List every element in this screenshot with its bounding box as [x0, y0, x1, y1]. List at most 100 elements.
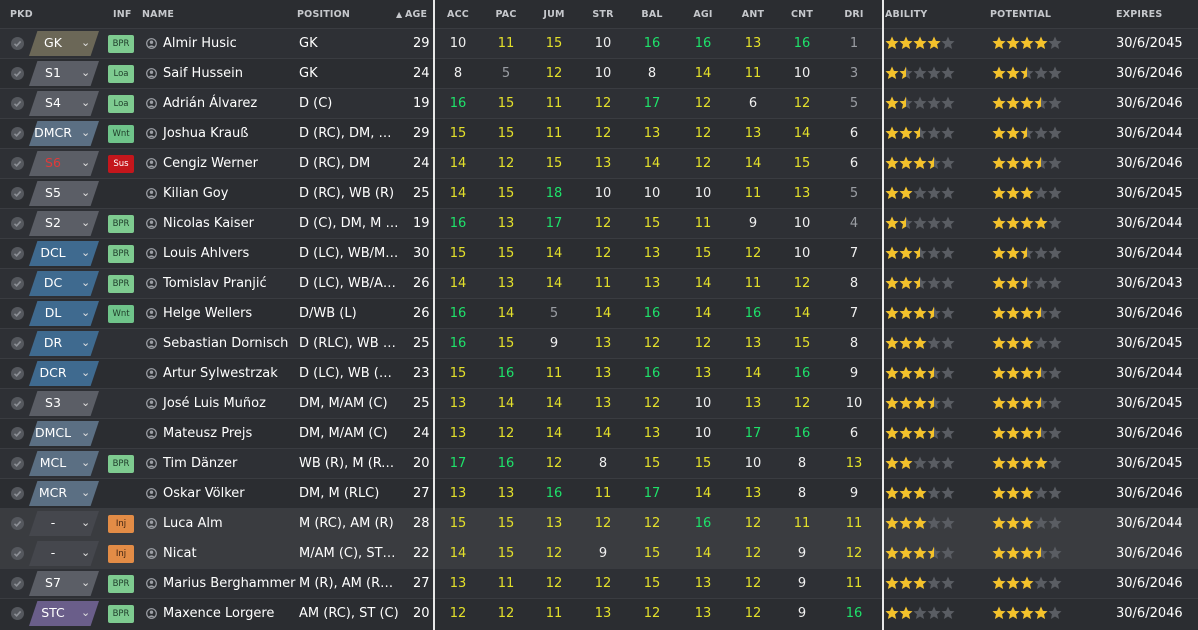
player-name[interactable]: Maxence Lorgere	[163, 599, 274, 628]
player-row[interactable]: DCL ⌄ BPR Louis Ahlvers D (LC), WB/M (L) 30 15…	[0, 238, 1198, 268]
position-selector[interactable]: MCR ⌄	[29, 481, 99, 506]
col-header-dri[interactable]: DRI	[844, 9, 863, 20]
player-row[interactable]: GK ⌄ BPR Almir Husic GK 29 10 11 15 10 16 16 13 16 1 30…	[0, 28, 1198, 58]
position-selector[interactable]: STC ⌄	[29, 601, 99, 626]
player-name[interactable]: Louis Ahlvers	[163, 239, 249, 268]
check-icon[interactable]	[11, 217, 24, 230]
check-icon[interactable]	[11, 547, 24, 560]
info-badge[interactable]: Wnt	[108, 305, 134, 323]
position-selector[interactable]: DR ⌄	[29, 331, 99, 356]
check-icon[interactable]	[11, 157, 24, 170]
position-selector[interactable]: DC ⌄	[29, 271, 99, 296]
check-icon[interactable]	[11, 607, 24, 620]
info-badge[interactable]: BPR	[108, 215, 134, 233]
player-row[interactable]: DCR ⌄ Artur Sylwestrzak D (LC), WB (R),... 2…	[0, 358, 1198, 388]
col-header-str[interactable]: STR	[592, 9, 613, 20]
player-name[interactable]: Artur Sylwestrzak	[163, 359, 278, 388]
position-selector[interactable]: DCR ⌄	[29, 361, 99, 386]
check-icon[interactable]	[11, 397, 24, 410]
position-selector[interactable]: DMCR ⌄	[29, 121, 99, 146]
player-name[interactable]: Nicat	[163, 539, 197, 568]
player-name[interactable]: Oskar Völker	[163, 479, 245, 508]
col-header-name[interactable]: NAME	[142, 9, 174, 20]
check-icon[interactable]	[11, 247, 24, 260]
player-row[interactable]: - ⌄ Inj Nicat M/AM (C), ST (C) 22 14 15 12 9 15 14 1…	[0, 538, 1198, 568]
info-badge[interactable]: BPR	[108, 455, 134, 473]
position-selector[interactable]: S2 ⌄	[29, 211, 99, 236]
player-row[interactable]: S7 ⌄ BPR Marius Berghammer M (R), AM (RLC)..…	[0, 568, 1198, 598]
player-name[interactable]: Luca Alm	[163, 509, 223, 538]
player-row[interactable]: S3 ⌄ José Luis Muñoz DM, M/AM (C) 25 13 14 14 13…	[0, 388, 1198, 418]
info-badge[interactable]: Loa	[108, 95, 134, 113]
info-badge[interactable]: Loa	[108, 65, 134, 83]
player-name[interactable]: Almir Husic	[163, 29, 237, 58]
position-selector[interactable]: S4 ⌄	[29, 91, 99, 116]
player-name[interactable]: Tomislav Pranjić	[163, 269, 267, 298]
player-row[interactable]: STC ⌄ BPR Maxence Lorgere AM (RC), ST (C) 20 1…	[0, 598, 1198, 628]
info-badge[interactable]: BPR	[108, 35, 134, 53]
check-icon[interactable]	[11, 337, 24, 350]
player-row[interactable]: DL ⌄ Wnt Helge Wellers D/WB (L) 26 16 14 5 14 16 14…	[0, 298, 1198, 328]
player-row[interactable]: S6 ⌄ Sus Cengiz Werner D (RC), DM 24 14 12 15 13 1…	[0, 148, 1198, 178]
check-icon[interactable]	[11, 307, 24, 320]
position-selector[interactable]: S6 ⌄	[29, 151, 99, 176]
player-row[interactable]: DR ⌄ Sebastian Dornisch D (RLC), WB (R) 25 16…	[0, 328, 1198, 358]
player-name[interactable]: Sebastian Dornisch	[163, 329, 288, 358]
check-icon[interactable]	[11, 487, 24, 500]
info-badge[interactable]: BPR	[108, 275, 134, 293]
check-icon[interactable]	[11, 367, 24, 380]
player-name[interactable]: Joshua Krauß	[163, 119, 248, 148]
player-row[interactable]: DMCR ⌄ Wnt Joshua Krauß D (RC), DM, M (... 29…	[0, 118, 1198, 148]
position-selector[interactable]: - ⌄	[29, 541, 99, 566]
check-icon[interactable]	[11, 97, 24, 110]
position-selector[interactable]: S1 ⌄	[29, 61, 99, 86]
info-badge[interactable]: BPR	[108, 605, 134, 623]
col-header-potential[interactable]: POTENTIAL	[990, 9, 1051, 20]
info-badge[interactable]: Inj	[108, 515, 134, 533]
col-header-ability[interactable]: ABILITY	[885, 9, 927, 20]
col-header-ant[interactable]: ANT	[742, 9, 764, 20]
position-selector[interactable]: - ⌄	[29, 511, 99, 536]
check-icon[interactable]	[11, 127, 24, 140]
position-selector[interactable]: DCL ⌄	[29, 241, 99, 266]
player-name[interactable]: Nicolas Kaiser	[163, 209, 254, 238]
player-row[interactable]: MCR ⌄ Oskar Völker DM, M (RLC) 27 13 13 16 11 17 1…	[0, 478, 1198, 508]
player-name[interactable]: Marius Berghammer	[163, 569, 295, 598]
check-icon[interactable]	[11, 427, 24, 440]
player-row[interactable]: S4 ⌄ Loa Adrián Álvarez D (C) 19 16 15 11 12 17 12 6…	[0, 88, 1198, 118]
info-badge[interactable]: BPR	[108, 245, 134, 263]
player-name[interactable]: Kilian Goy	[163, 179, 228, 208]
player-name[interactable]: Adrián Álvarez	[163, 89, 257, 118]
info-badge[interactable]: Wnt	[108, 125, 134, 143]
info-badge[interactable]: Sus	[108, 155, 134, 173]
info-badge[interactable]: Inj	[108, 545, 134, 563]
position-selector[interactable]: GK ⌄	[29, 31, 99, 56]
player-row[interactable]: DC ⌄ BPR Tomislav Pranjić D (LC), WB/AM... 26…	[0, 268, 1198, 298]
player-name[interactable]: Saif Hussein	[163, 59, 243, 88]
check-icon[interactable]	[11, 577, 24, 590]
player-row[interactable]: S2 ⌄ BPR Nicolas Kaiser D (C), DM, M (C) 19 16…	[0, 208, 1198, 238]
info-badge[interactable]: BPR	[108, 575, 134, 593]
player-row[interactable]: S5 ⌄ Kilian Goy D (RC), WB (R) 25 14 15 18 10 10 1…	[0, 178, 1198, 208]
check-icon[interactable]	[11, 517, 24, 530]
position-selector[interactable]: DMCL ⌄	[29, 421, 99, 446]
col-header-pkd[interactable]: PKD	[10, 9, 33, 20]
col-header-expires[interactable]: EXPIRES	[1116, 9, 1162, 20]
col-header-cnt[interactable]: CNT	[791, 9, 813, 20]
col-header-bal[interactable]: BAL	[641, 9, 662, 20]
col-header-agi[interactable]: AGI	[693, 9, 712, 20]
player-row[interactable]: MCL ⌄ BPR Tim Dänzer WB (R), M (RC),... 20 17 1…	[0, 448, 1198, 478]
position-selector[interactable]: DL ⌄	[29, 301, 99, 326]
player-name[interactable]: Helge Wellers	[163, 299, 252, 328]
position-selector[interactable]: S5 ⌄	[29, 181, 99, 206]
position-selector[interactable]: S3 ⌄	[29, 391, 99, 416]
check-icon[interactable]	[11, 457, 24, 470]
col-header-position[interactable]: POSITION	[297, 9, 350, 20]
check-icon[interactable]	[11, 37, 24, 50]
col-header-acc[interactable]: ACC	[447, 9, 469, 20]
col-header-pac[interactable]: PAC	[495, 9, 516, 20]
player-row[interactable]: S1 ⌄ Loa Saif Hussein GK 24 8 5 12 10 8 14 11 10 3 30/6…	[0, 58, 1198, 88]
player-name[interactable]: Cengiz Werner	[163, 149, 258, 178]
player-name[interactable]: Tim Dänzer	[163, 449, 237, 478]
col-header-inf[interactable]: INF	[113, 9, 132, 20]
